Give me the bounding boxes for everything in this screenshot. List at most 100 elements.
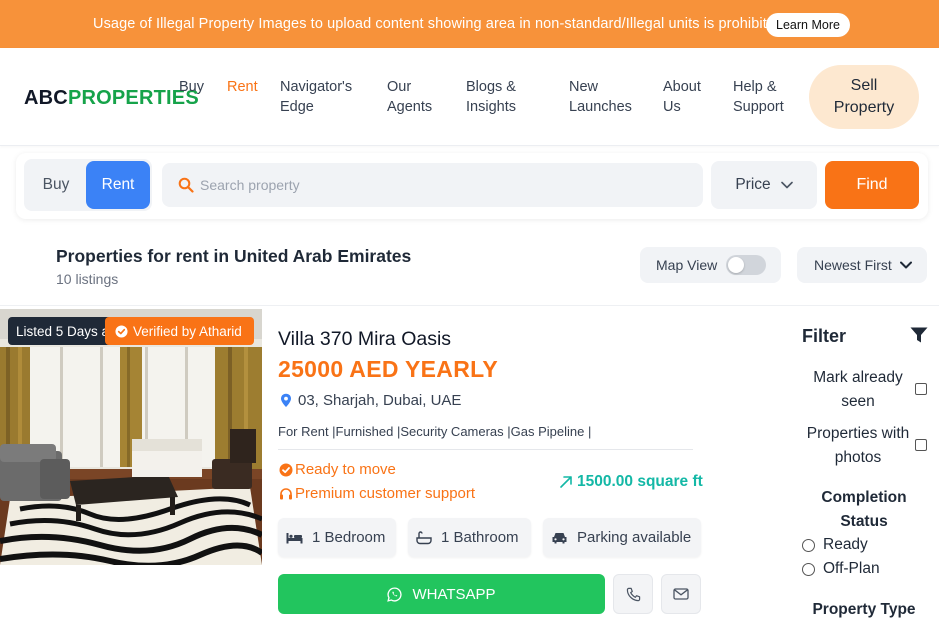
radio-circle[interactable] [802, 562, 815, 576]
parking-label: Parking available [577, 529, 692, 546]
nav-help-line1: Help & [733, 79, 777, 95]
headset-icon [280, 487, 292, 499]
learn-more-button[interactable]: Learn More [766, 13, 850, 37]
filter-funnel-icon[interactable] [910, 327, 928, 344]
premium-support: Premium customer support [279, 485, 475, 502]
banner-text: Usage of Illegal Property Images to uplo… [93, 16, 784, 32]
nav-new-launches-line2: Launches [569, 99, 632, 115]
results-title: Properties for rent in United Arab Emira… [56, 246, 412, 266]
with-photos-line2: photos [834, 449, 882, 466]
mark-seen-line1: Mark already [813, 369, 903, 386]
area-label: 1500.00 square ft [577, 473, 703, 490]
search-input[interactable] [200, 163, 690, 207]
location-text: 03, Sharjah, Dubai, UAE [298, 392, 462, 409]
nav-our-agents-line2: Agents [387, 99, 433, 115]
bathroom-label: 1 Bathroom [441, 529, 519, 546]
filter-title: Filter [802, 326, 847, 346]
nav-help-line2: Support [733, 99, 784, 115]
section-divider [0, 305, 939, 306]
room-photo [0, 309, 262, 565]
listing-title[interactable]: Villa 370 Mira Oasis [278, 328, 451, 351]
whatsapp-icon [387, 586, 403, 602]
nav-buy-label: Buy [179, 79, 204, 95]
nav-rent[interactable]: Rent [227, 77, 258, 97]
nav-our-agents-line1: Our [387, 79, 412, 95]
location-pin-icon [281, 393, 291, 407]
chevron-down-icon [899, 261, 912, 269]
with-photos-line1: Properties with [806, 425, 910, 442]
map-view-label: Map View [656, 257, 718, 273]
check-circle-icon [115, 324, 128, 338]
rent-tab[interactable]: Rent [86, 161, 150, 209]
find-button[interactable]: Find [825, 161, 919, 209]
car-icon [552, 532, 567, 543]
nav-about-us[interactable]: About Us [663, 77, 701, 117]
radio-circle[interactable] [802, 538, 815, 552]
nav-help-support[interactable]: Help & Support [733, 77, 784, 117]
radio-off-plan[interactable]: Off-Plan [802, 560, 880, 578]
whatsapp-button[interactable]: WHATSAPP [278, 574, 605, 614]
nav-our-agents[interactable]: Our Agents [387, 77, 432, 117]
search-icon [178, 177, 194, 193]
nav-rent-label: Rent [227, 79, 258, 95]
price-dropdown[interactable]: Price [711, 161, 817, 209]
completion-line1: Completion [821, 489, 907, 506]
ready-label: Ready to move [295, 461, 396, 478]
check-circle-icon [279, 463, 293, 476]
sort-label: Newest First [814, 257, 892, 273]
sell-property-button[interactable]: Sell Property [809, 65, 919, 129]
email-button[interactable] [661, 574, 701, 614]
nav-blogs-line1: Blogs & [466, 79, 516, 95]
bed-icon [286, 532, 303, 543]
logo-abc: ABC [24, 87, 68, 109]
nav-new-launches-line1: New [569, 79, 599, 95]
mark-seen-line2: seen [841, 393, 875, 410]
listing-location: 03, Sharjah, Dubai, UAE [280, 392, 461, 409]
parking-chip: Parking available [543, 518, 701, 557]
completion-line2: Status [840, 513, 888, 530]
nav-navigators-edge-line1: Navigator's [280, 79, 353, 95]
bath-icon [416, 530, 432, 544]
listing-photo[interactable] [0, 309, 262, 565]
toggle-switch[interactable] [726, 255, 766, 275]
site-logo[interactable]: ABCPROPERTIES [24, 87, 199, 110]
ready-to-move: Ready to move [279, 461, 396, 478]
sort-dropdown[interactable]: Newest First [797, 247, 927, 283]
mark-seen-label: Mark already seen [806, 366, 910, 414]
nav-about-line1: About [663, 79, 701, 95]
mark-seen-checkbox[interactable] [915, 383, 927, 395]
search-box [162, 163, 703, 207]
price-label: Price [735, 176, 771, 193]
sell-line2: Property [833, 99, 895, 116]
sell-line1: Sell [850, 77, 878, 94]
with-photos-label: Properties with photos [802, 422, 914, 470]
nav-blogs-insights[interactable]: Blogs & Insights [466, 77, 516, 117]
phone-icon [626, 587, 640, 601]
with-photos-checkbox[interactable] [915, 439, 927, 451]
nav-buy[interactable]: Buy [179, 77, 204, 97]
bedroom-chip: 1 Bedroom [278, 518, 396, 557]
results-count: 10 listings [56, 271, 119, 287]
site-header: ABCPROPERTIES Buy Rent Navigator's Edge … [0, 48, 939, 146]
verified-badge: Verified by Atharid [105, 317, 254, 345]
call-button[interactable] [613, 574, 653, 614]
bedroom-label: 1 Bedroom [312, 529, 386, 546]
radio-off-plan-label: Off-Plan [823, 560, 880, 577]
features-divider [278, 449, 693, 450]
listing-price: 25000 AED YEARLY [278, 356, 499, 382]
listing-area: 1500.00 square ft [559, 473, 703, 491]
bathroom-chip: 1 Bathroom [408, 518, 531, 557]
nav-blogs-line2: Insights [466, 99, 516, 115]
map-view-toggle[interactable]: Map View [640, 247, 781, 283]
completion-status-title: Completion Status [806, 486, 922, 534]
nav-new-launches[interactable]: New Launches [569, 77, 632, 117]
buy-tab[interactable]: Buy [24, 159, 88, 211]
search-bar: Buy Rent Price Find [16, 153, 928, 219]
mail-icon [673, 588, 689, 600]
whatsapp-label: WHATSAPP [412, 585, 496, 603]
radio-ready-label: Ready [823, 536, 868, 553]
radio-ready[interactable]: Ready [802, 536, 868, 554]
buy-rent-toggle: Buy Rent [24, 159, 152, 211]
nav-navigators-edge[interactable]: Navigator's Edge [280, 77, 352, 117]
notice-banner: Usage of Illegal Property Images to uplo… [0, 0, 939, 48]
